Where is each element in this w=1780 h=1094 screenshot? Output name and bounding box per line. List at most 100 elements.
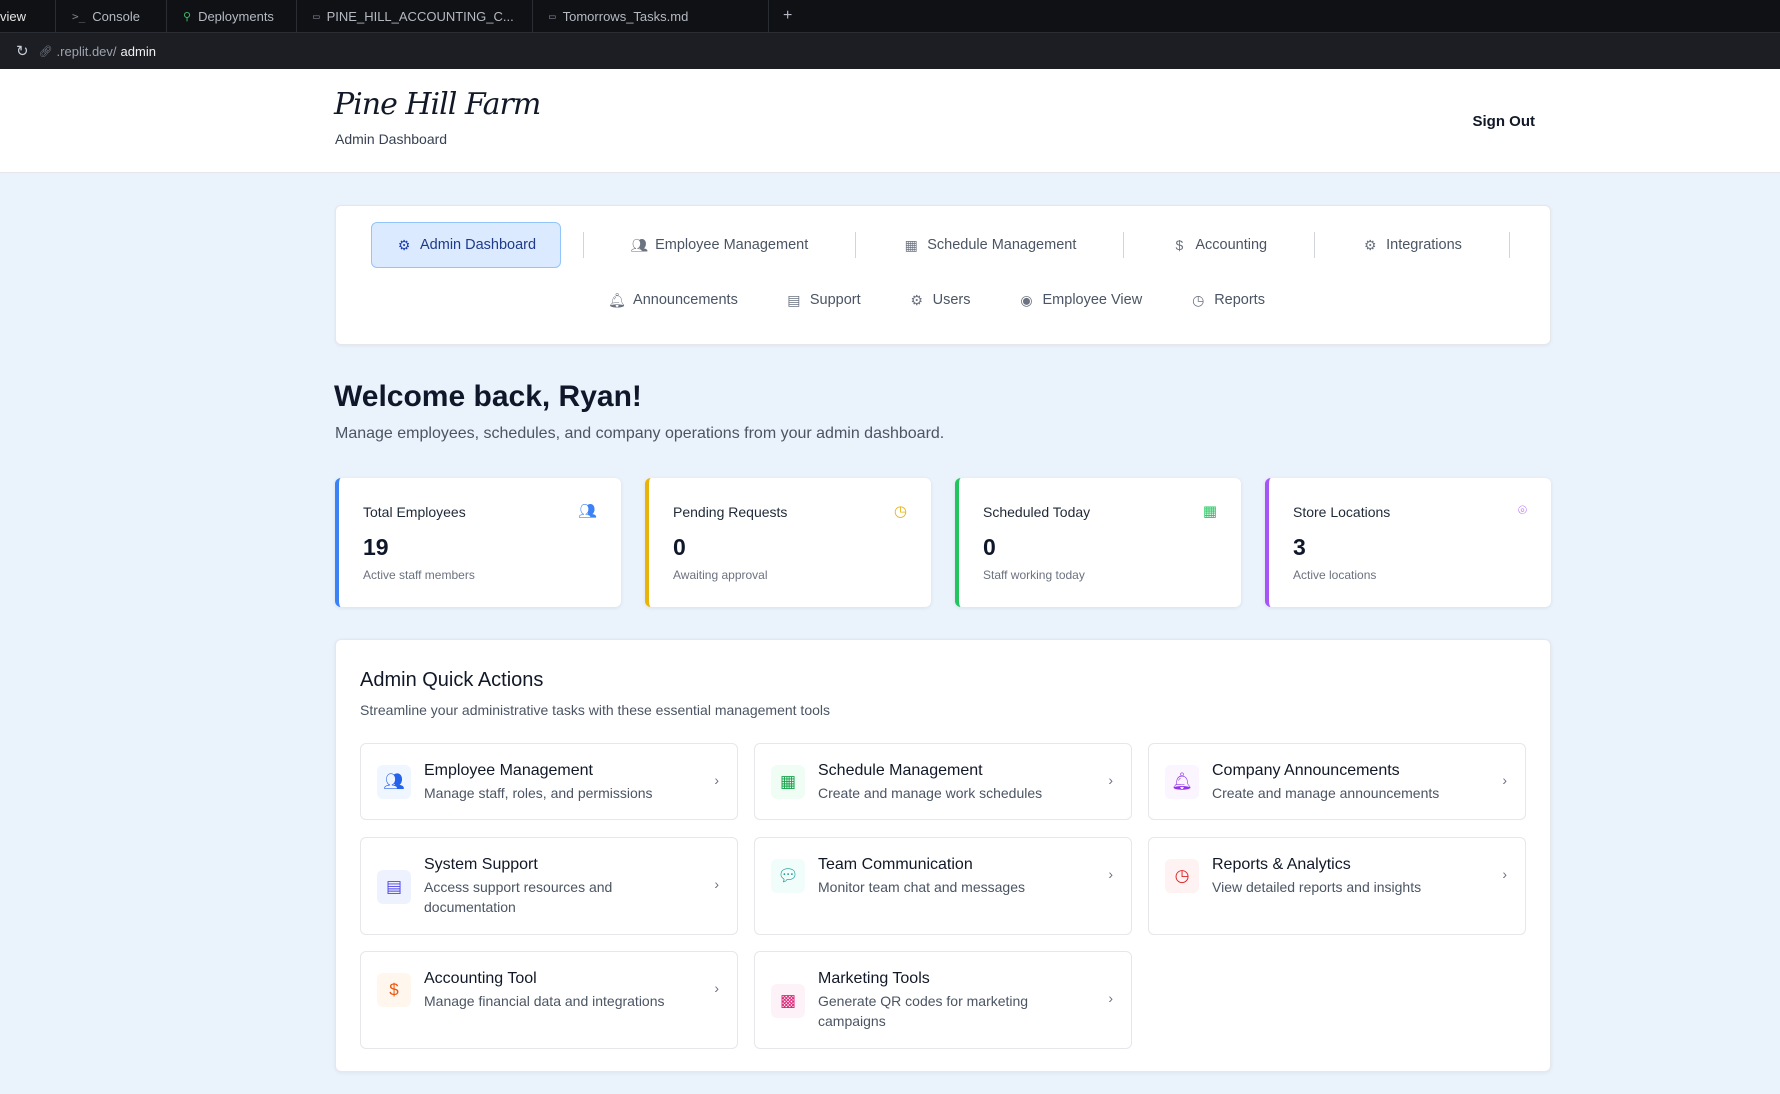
bell-icon: 🔔︎ bbox=[608, 291, 626, 308]
users-icon: 👥︎ bbox=[630, 236, 648, 253]
tab-accounting-file[interactable]: ▭ PINE_HILL_ACCOUNTING_C... bbox=[297, 0, 533, 32]
tab-console[interactable]: >_ Console bbox=[56, 0, 167, 32]
chevron-right-icon: › bbox=[1502, 772, 1507, 788]
nav-label: Admin Dashboard bbox=[420, 237, 537, 253]
logo: Pine Hill Farm bbox=[334, 87, 541, 122]
action-title: Accounting Tool bbox=[424, 970, 537, 987]
nav-label: Reports bbox=[1214, 292, 1265, 308]
gear-icon: ⚙ bbox=[397, 236, 411, 253]
action-title: System Support bbox=[424, 856, 538, 873]
nav-integrations[interactable]: ⚙ Integrations bbox=[1337, 222, 1487, 268]
nav-label: Support bbox=[809, 292, 861, 308]
chevron-right-icon: › bbox=[1502, 866, 1507, 882]
nav-employee-view[interactable]: ◉ Employee View bbox=[1019, 286, 1143, 314]
nav-row-primary: ⚙ Admin Dashboard 👥︎ Employee Management… bbox=[371, 222, 1532, 268]
nav-divider bbox=[1314, 232, 1316, 258]
eye-icon: ◉ bbox=[1020, 291, 1033, 308]
action-marketing-tools[interactable]: ▩ Marketing Tools Generate QR codes for … bbox=[754, 951, 1132, 1049]
tab-label: Deployments bbox=[198, 8, 274, 24]
nav-reports[interactable]: ◷ Reports bbox=[1190, 286, 1265, 314]
dollar-icon: $ bbox=[377, 973, 411, 1007]
chevron-right-icon: › bbox=[1108, 772, 1113, 788]
quick-actions-card: Admin Quick Actions Streamline your admi… bbox=[335, 639, 1551, 1072]
action-description: Manage financial data and integrations bbox=[424, 993, 665, 1009]
tab-preview[interactable]: view bbox=[0, 0, 56, 32]
deploy-icon: ⚲ bbox=[183, 9, 192, 23]
action-system-support[interactable]: ▤ System Support Access support resource… bbox=[360, 837, 738, 935]
stats-row: Total Employees 👥︎ 19 Active staff membe… bbox=[335, 478, 1551, 607]
action-title: Reports & Analytics bbox=[1212, 856, 1351, 873]
url-prefix: .replit.dev/ bbox=[56, 43, 117, 59]
action-description: Access support resources and documentati… bbox=[424, 879, 613, 915]
nav-accounting[interactable]: $ Accounting bbox=[1146, 222, 1292, 268]
stat-note: Awaiting approval bbox=[673, 568, 768, 582]
welcome-title: Welcome back, Ryan! bbox=[334, 380, 642, 413]
nav-announcements[interactable]: 🔔︎ Announcements bbox=[608, 286, 738, 314]
tab-label: PINE_HILL_ACCOUNTING_C... bbox=[326, 8, 514, 24]
action-reports-analytics[interactable]: ◷ Reports & Analytics View detailed repo… bbox=[1148, 837, 1526, 935]
document-icon: ▤ bbox=[787, 291, 801, 308]
stat-card-total-employees: Total Employees 👥︎ 19 Active staff membe… bbox=[335, 478, 621, 607]
chevron-right-icon: › bbox=[714, 772, 719, 788]
document-icon: ▤ bbox=[377, 870, 411, 904]
nav-label: Employee View bbox=[1042, 292, 1143, 308]
chevron-right-icon: › bbox=[1108, 866, 1113, 882]
nav-users[interactable]: ⚙ Users bbox=[909, 286, 971, 314]
action-team-communication[interactable]: 💬︎ Team Communication Monitor team chat … bbox=[754, 837, 1132, 935]
stat-card-store-locations: Store Locations ⌾ 3 Active locations bbox=[1265, 478, 1551, 607]
file-icon: ▭ bbox=[313, 9, 320, 23]
clock-icon: ◷ bbox=[1192, 291, 1205, 308]
tab-label: Tomorrows_Tasks.md bbox=[562, 8, 689, 24]
nav-label: Integrations bbox=[1386, 237, 1462, 253]
new-tab-button[interactable]: + bbox=[769, 0, 806, 32]
users-icon: 👥︎ bbox=[577, 503, 597, 520]
nav-label: Accounting bbox=[1195, 237, 1268, 253]
action-company-announcements[interactable]: 🔔︎ Company Announcements Create and mana… bbox=[1148, 743, 1526, 820]
nav-employee-management[interactable]: 👥︎ Employee Management bbox=[606, 222, 833, 268]
clock-icon: ◷ bbox=[893, 503, 907, 520]
stat-card-pending-requests: Pending Requests ◷ 0 Awaiting approval bbox=[645, 478, 931, 607]
nav-admin-dashboard[interactable]: ⚙ Admin Dashboard bbox=[371, 222, 562, 268]
chevron-right-icon: › bbox=[714, 980, 719, 996]
stat-value: 0 bbox=[983, 534, 996, 560]
url-path: admin bbox=[120, 43, 156, 59]
action-description: Manage staff, roles, and permissions bbox=[424, 785, 653, 801]
nav-label: Schedule Management bbox=[927, 237, 1077, 253]
tab-label: view bbox=[0, 8, 27, 24]
stat-label: Store Locations bbox=[1293, 504, 1391, 520]
welcome-subtitle: Manage employees, schedules, and company… bbox=[335, 425, 945, 442]
tab-deployments[interactable]: ⚲ Deployments bbox=[167, 0, 297, 32]
quick-actions-subtitle: Streamline your administrative tasks wit… bbox=[360, 702, 830, 718]
nav-row-secondary: 🔔︎ Announcements ▤ Support ⚙ Users ◉ Emp… bbox=[336, 286, 1550, 314]
users-icon: 👥︎ bbox=[377, 765, 411, 799]
nav-label: Employee Management bbox=[655, 237, 809, 253]
quick-actions-title: Admin Quick Actions bbox=[360, 669, 544, 691]
stat-note: Active staff members bbox=[363, 568, 475, 582]
stat-note: Staff working today bbox=[983, 568, 1085, 582]
action-title: Marketing Tools bbox=[818, 970, 930, 987]
nav-label: Users bbox=[932, 292, 971, 308]
sign-out-button[interactable]: Sign Out bbox=[1473, 113, 1536, 130]
action-description: Monitor team chat and messages bbox=[818, 879, 1025, 895]
action-title: Company Announcements bbox=[1212, 762, 1400, 779]
action-schedule-management[interactable]: ▦ Schedule Management Create and manage … bbox=[754, 743, 1132, 820]
nav-support[interactable]: ▤ Support bbox=[786, 286, 861, 314]
reload-icon[interactable]: ↻ bbox=[16, 42, 29, 60]
url-bar: ↻ 🔗︎ .replit.dev/admin bbox=[0, 33, 1780, 69]
clock-icon: ◷ bbox=[1165, 859, 1199, 893]
action-description: View detailed reports and insights bbox=[1212, 879, 1422, 895]
link-icon: 🔗︎ bbox=[38, 45, 53, 58]
action-description: Create and manage work schedules bbox=[818, 785, 1043, 801]
nav-divider bbox=[583, 232, 585, 258]
action-employee-management[interactable]: 👥︎ Employee Management Manage staff, rol… bbox=[360, 743, 738, 820]
nav-divider bbox=[1123, 232, 1125, 258]
stat-label: Scheduled Today bbox=[983, 504, 1091, 520]
chat-icon: 💬︎ bbox=[771, 859, 805, 893]
action-accounting-tool[interactable]: $ Accounting Tool Manage financial data … bbox=[360, 951, 738, 1049]
action-title: Team Communication bbox=[818, 856, 973, 873]
url-field[interactable]: 🔗︎ .replit.dev/admin bbox=[39, 44, 156, 59]
nav-schedule-management[interactable]: ▦ Schedule Management bbox=[878, 222, 1101, 268]
terminal-icon: >_ bbox=[72, 9, 86, 23]
tab-tasks-file[interactable]: ▭ Tomorrows_Tasks.md bbox=[533, 0, 769, 32]
stat-note: Active locations bbox=[1293, 568, 1377, 582]
